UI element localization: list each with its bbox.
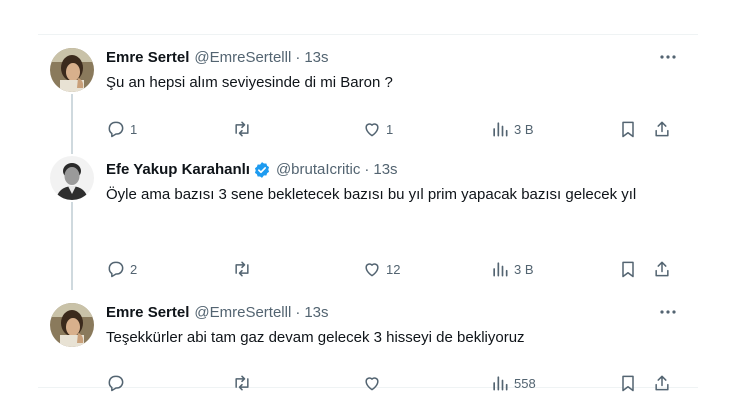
share-icon — [655, 261, 669, 277]
retweet-button[interactable] — [232, 371, 256, 395]
heart-icon — [365, 123, 379, 137]
view-count: 3 B — [514, 261, 534, 277]
thread-connector — [71, 202, 73, 290]
reply-icon — [108, 375, 124, 392]
author-name[interactable]: Efe Yakup Karahanlı — [106, 159, 250, 181]
tweet-header: Emre Sertel @EmreSertelll · 13s — [106, 47, 686, 69]
avatar[interactable] — [50, 156, 94, 200]
author-name[interactable]: Emre Sertel — [106, 302, 189, 324]
avatar[interactable] — [50, 303, 94, 347]
tweet-actions: 1 1 3 B — [106, 117, 686, 141]
like-count: 12 — [386, 261, 401, 277]
views-icon — [493, 262, 508, 277]
author-name[interactable]: Emre Sertel — [106, 47, 189, 69]
share-button[interactable] — [652, 117, 672, 141]
author-handle[interactable]: @EmreSertelll — [194, 47, 291, 69]
tweet-time[interactable]: 13s — [373, 159, 397, 181]
share-icon — [655, 375, 669, 391]
share-button[interactable] — [652, 371, 672, 395]
view-count: 3 B — [514, 121, 534, 137]
views-button[interactable]: 558 — [490, 371, 536, 395]
tweet-text: Teşekkürler abi tam gaz devam gelecek 3 … — [106, 329, 525, 346]
avatar[interactable] — [50, 48, 94, 92]
view-count: 558 — [514, 375, 536, 391]
tweet-header: Emre Sertel @EmreSertelll · 13s — [106, 302, 686, 324]
like-button[interactable]: 1 — [362, 117, 393, 141]
retweet-icon — [235, 375, 249, 391]
thread-connector — [71, 149, 73, 154]
tweet-3[interactable]: Emre Sertel @EmreSertelll · 13s Teşekkür… — [38, 290, 698, 392]
tweet-1[interactable]: Emre Sertel @EmreSertelll · 13s Şu an he… — [38, 35, 698, 149]
views-button[interactable]: 3 B — [490, 117, 534, 141]
heart-icon — [365, 263, 379, 277]
tweet-time[interactable]: 13s — [304, 302, 328, 324]
retweet-icon — [235, 121, 249, 137]
share-icon — [655, 121, 669, 137]
retweet-icon — [235, 261, 249, 277]
like-count: 1 — [386, 121, 394, 137]
reply-button[interactable]: 2 — [106, 257, 137, 281]
reply-count: 1 — [130, 121, 138, 137]
like-button[interactable] — [362, 371, 386, 395]
views-icon — [493, 376, 508, 391]
like-button[interactable]: 12 — [362, 257, 400, 281]
share-button[interactable] — [652, 257, 672, 281]
separator: · — [295, 49, 301, 66]
tweet-thread: Emre Sertel @EmreSertelll · 13s Şu an he… — [38, 34, 698, 392]
verified-badge-icon — [254, 162, 270, 178]
tweet-text: Öyle ama bazısı 3 sene bekletecek bazısı… — [106, 186, 637, 203]
tweet-time[interactable]: 13s — [304, 47, 328, 69]
thread-connector — [71, 94, 73, 149]
retweet-button[interactable] — [232, 117, 256, 141]
bookmark-icon — [622, 375, 634, 392]
tweet-actions: 2 12 3 B — [106, 257, 686, 281]
bookmark-button[interactable] — [618, 257, 638, 281]
bookmark-icon — [622, 121, 634, 138]
separator: · — [295, 304, 301, 321]
bookmark-icon — [622, 261, 634, 278]
reply-icon — [108, 261, 124, 278]
more-icon[interactable] — [658, 47, 678, 67]
separator: · — [364, 161, 370, 178]
reply-icon — [108, 121, 124, 138]
author-handle[interactable]: @brutaIcritic — [276, 159, 360, 181]
tweet-2[interactable]: Efe Yakup Karahanlı @brutaIcritic · 13s … — [38, 149, 698, 290]
views-icon — [493, 122, 508, 137]
author-handle[interactable]: @EmreSertelll — [194, 302, 291, 324]
retweet-button[interactable] — [232, 257, 256, 281]
tweet-actions: 558 — [106, 371, 686, 395]
reply-count: 2 — [130, 261, 138, 277]
bookmark-button[interactable] — [618, 371, 638, 395]
reply-button[interactable]: 1 — [106, 117, 137, 141]
tweet-text: Şu an hepsi alım seviyesinde di mi Baron… — [106, 74, 393, 91]
tweet-header: Efe Yakup Karahanlı @brutaIcritic · 13s — [106, 159, 686, 181]
reply-button[interactable] — [106, 371, 130, 395]
heart-icon — [365, 377, 379, 391]
views-button[interactable]: 3 B — [490, 257, 534, 281]
more-icon[interactable] — [658, 302, 678, 322]
bookmark-button[interactable] — [618, 117, 638, 141]
